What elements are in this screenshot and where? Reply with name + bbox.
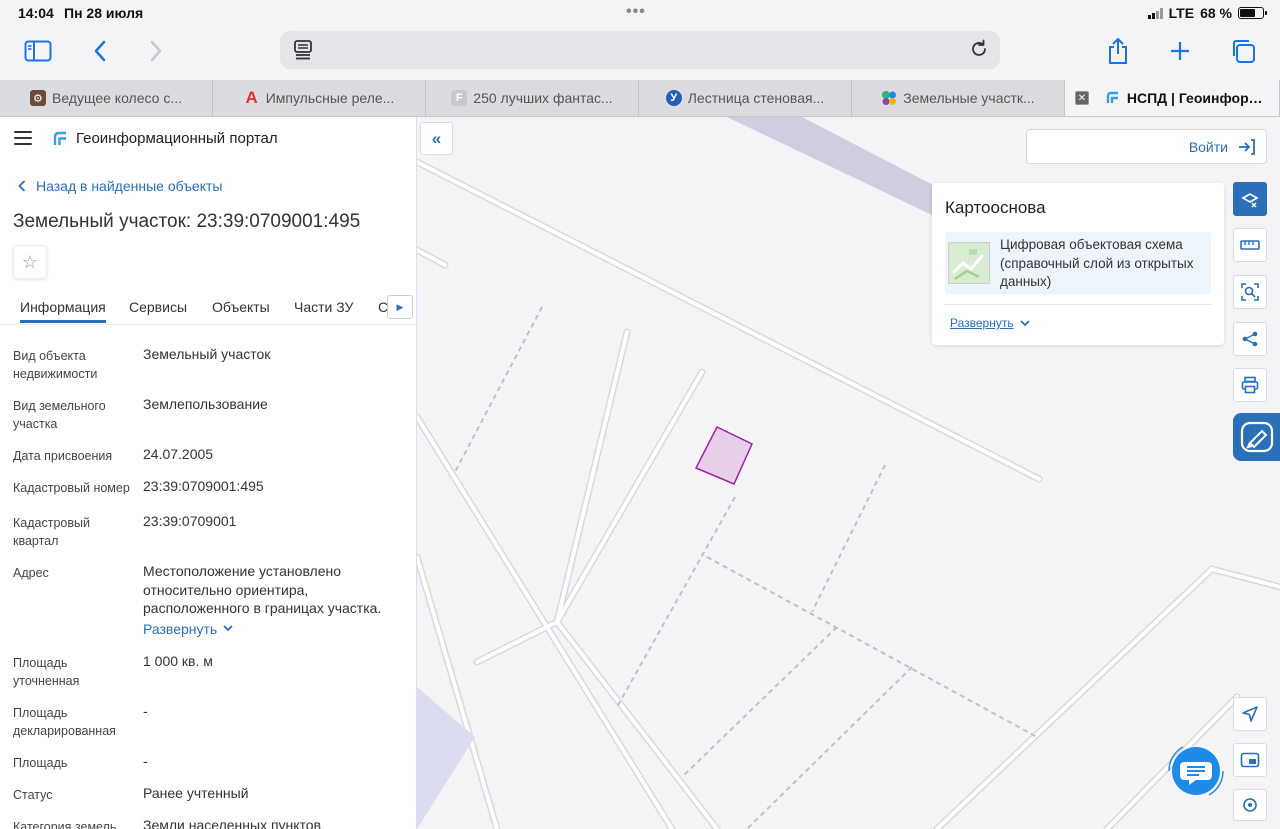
collapse-panel-button[interactable]: « (420, 122, 453, 155)
browser-tab[interactable]: ⚙ Ведущее колесо с... (0, 80, 213, 116)
logo-icon (53, 131, 66, 145)
select-area-icon[interactable] (1233, 275, 1267, 309)
battery-percent: 68 % (1200, 5, 1232, 21)
dots-favicon-icon (881, 90, 897, 106)
dirt-path (454, 306, 543, 473)
dirt-path (616, 496, 736, 708)
road-inner (475, 620, 559, 664)
dirt-path (681, 626, 838, 778)
back-to-results-link[interactable]: Назад в найденные объекты (18, 178, 222, 194)
ruler-icon[interactable] (1233, 228, 1267, 262)
panel-header: Геоинформационный портал (0, 117, 416, 161)
browser-tab-active[interactable]: ✕ НСПД | Геоинформ... (1065, 80, 1280, 116)
road-inner (555, 370, 704, 624)
browser-tab[interactable]: Земельные участк... (852, 80, 1065, 116)
selected-parcel[interactable] (694, 426, 753, 485)
status-date: Пн 28 июля (64, 5, 144, 21)
chat-icon[interactable] (1163, 738, 1229, 804)
geolocation-icon[interactable] (1233, 789, 1267, 821)
tabs-icon[interactable] (1225, 36, 1261, 66)
road-inner (417, 248, 447, 267)
app-title: Геоинформационный портал (76, 130, 278, 147)
share-icon[interactable] (1100, 36, 1136, 66)
status-bar: 14:04 Пн 28 июля ••• LTE 68 % (0, 0, 1280, 26)
address-bar[interactable] (280, 31, 1000, 69)
print-icon[interactable] (1233, 368, 1267, 402)
tabs-scroll-right-icon[interactable]: ▶ (387, 295, 413, 319)
app-brand[interactable]: Геоинформационный портал (52, 130, 278, 147)
basemap-thumbnail (948, 242, 990, 284)
basemap-card: Картооснова Цифровая объектовая схема (с… (932, 183, 1224, 345)
reader-icon[interactable] (292, 39, 314, 61)
multitask-dots-icon[interactable]: ••• (626, 3, 646, 21)
a-favicon-icon: A (245, 88, 258, 107)
dirt-path (706, 556, 1038, 738)
browser-tabs: ⚙ Ведущее колесо с... A Импульсные реле.… (0, 80, 1280, 117)
signal-icon (1147, 7, 1163, 19)
close-tab-icon[interactable]: ✕ (1075, 91, 1089, 105)
menu-icon[interactable] (14, 131, 32, 145)
road-inner (1210, 567, 1280, 589)
browser-tab[interactable]: F 250 лучших фантас... (426, 80, 639, 116)
basemap-item[interactable]: Цифровая объектовая схема (справочный сл… (945, 232, 1211, 294)
login-button[interactable]: Войти (1026, 129, 1267, 164)
object-title: Земельный участок: 23:39:0709001:495 (13, 211, 361, 232)
info-panel: Геоинформационный портал Назад в найденн… (0, 117, 417, 829)
tab-info[interactable]: Информация (20, 299, 106, 323)
built-area (417, 687, 475, 829)
browser-tab[interactable]: A Импульсные реле... (213, 80, 426, 116)
battery-icon (1238, 7, 1267, 19)
road-inner (555, 620, 719, 829)
back-icon[interactable] (82, 36, 118, 66)
road-inner (555, 330, 629, 624)
new-tab-icon[interactable] (1162, 36, 1198, 66)
browser-toolbar (0, 26, 1280, 80)
browser-tab[interactable]: У Лестница стеновая... (639, 80, 852, 116)
network-label: LTE (1168, 5, 1195, 21)
dirt-path (811, 464, 886, 613)
reload-icon[interactable] (968, 38, 990, 60)
railway-strip (727, 117, 937, 215)
basemap-expand-link[interactable]: Развернуть (950, 316, 1030, 330)
gosuslugi-icon[interactable] (1233, 413, 1280, 461)
object-tabs: Информация Сервисы Объекты Части ЗУ Св ▶ (0, 295, 416, 325)
nspd-favicon-icon (1105, 90, 1121, 106)
favorite-star-icon[interactable]: ☆ (13, 245, 47, 279)
address-expand-link[interactable]: Развернуть (143, 620, 233, 639)
wheel-favicon-icon: ⚙ (29, 90, 46, 106)
layers-icon[interactable] (1233, 182, 1267, 216)
tab-parts[interactable]: Части ЗУ (294, 299, 353, 315)
share-map-icon[interactable] (1233, 322, 1267, 356)
login-icon (1239, 138, 1255, 155)
f-favicon-icon: F (451, 90, 468, 106)
chevron-down-icon (223, 625, 233, 632)
tab-services[interactable]: Сервисы (129, 299, 187, 315)
status-time: 14:04 (18, 5, 54, 21)
basemap-title: Картооснова (945, 198, 1046, 217)
u-favicon-icon: У (665, 90, 682, 106)
tab-objects[interactable]: Объекты (212, 299, 270, 315)
chevron-left-icon (18, 180, 26, 192)
minimap-icon[interactable] (1233, 743, 1267, 777)
forward-icon[interactable] (138, 36, 174, 66)
sidebar-icon[interactable] (20, 36, 56, 66)
chevron-down-icon (1019, 319, 1030, 326)
locate-icon[interactable] (1233, 697, 1267, 731)
